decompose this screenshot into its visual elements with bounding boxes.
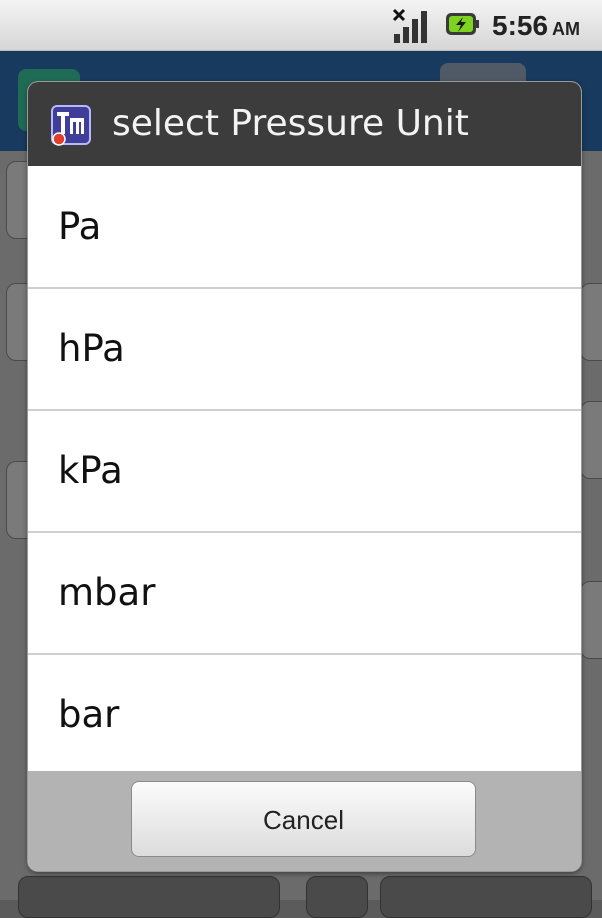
dialog-title: select Pressure Unit bbox=[112, 103, 469, 144]
unit-option-mbar[interactable]: mbar bbox=[28, 532, 581, 653]
battery-charging-icon bbox=[446, 13, 479, 35]
unit-option-label: Pa bbox=[58, 205, 102, 248]
no-signal-icon bbox=[392, 8, 427, 43]
status-clock: 5:56 AM bbox=[492, 10, 581, 41]
background-field bbox=[580, 401, 602, 479]
unit-option-bar[interactable]: bar bbox=[28, 654, 581, 775]
dialog-button-bar: Cancel bbox=[28, 771, 581, 871]
unit-option-label: mbar bbox=[58, 571, 156, 614]
status-bar: 5:56 AM bbox=[0, 0, 602, 51]
pressure-unit-dialog: select Pressure Unit Pa hPa kPa mbar bar… bbox=[28, 82, 581, 871]
cancel-button[interactable]: Cancel bbox=[131, 781, 476, 857]
unit-option-label: bar bbox=[58, 693, 120, 736]
background-field bbox=[580, 283, 602, 361]
background-field bbox=[580, 581, 602, 659]
unit-option-pa[interactable]: Pa bbox=[28, 166, 581, 287]
unit-option-kpa[interactable]: kPa bbox=[28, 410, 581, 531]
background-button bbox=[18, 876, 280, 918]
background-button bbox=[306, 876, 368, 918]
background-button bbox=[380, 876, 592, 918]
dialog-title-bar: select Pressure Unit bbox=[28, 82, 581, 166]
unit-option-label: kPa bbox=[58, 449, 123, 492]
unit-option-label: hPa bbox=[58, 327, 125, 370]
unit-option-hpa[interactable]: hPa bbox=[28, 288, 581, 409]
app-logo-icon bbox=[51, 105, 91, 146]
unit-option-list: Pa hPa kPa mbar bar bbox=[28, 166, 581, 771]
